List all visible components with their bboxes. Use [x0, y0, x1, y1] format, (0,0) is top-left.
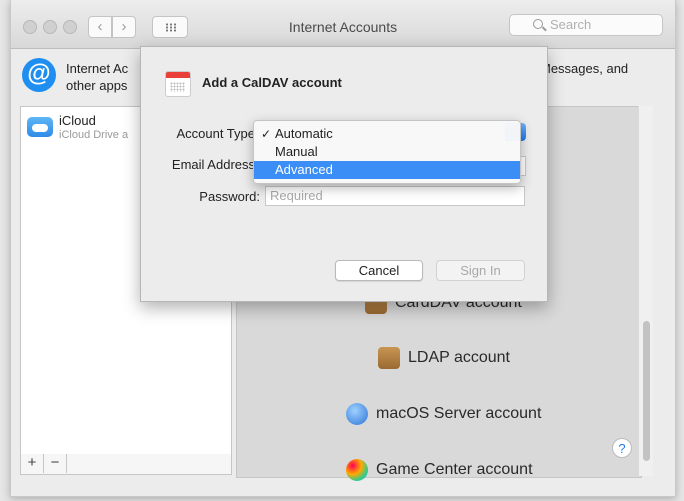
provider-label: Game Center account: [376, 461, 533, 479]
calendar-icon: [165, 71, 191, 97]
account-detail: iCloud Drive a: [59, 129, 129, 141]
account-name: iCloud: [59, 113, 96, 128]
provider-ldap[interactable]: LDAP account: [378, 347, 510, 369]
globe-icon: [346, 403, 368, 425]
provider-macos-server[interactable]: macOS Server account: [346, 403, 541, 425]
cancel-button[interactable]: Cancel: [335, 260, 423, 281]
icloud-icon: [27, 117, 53, 137]
sheet-title: Add a CalDAV account: [202, 75, 342, 90]
menu-item-automatic[interactable]: ✓ Automatic: [254, 125, 520, 143]
header-description-line1: Internet Ac: [66, 61, 129, 76]
search-placeholder: Search: [550, 17, 592, 32]
provider-game-center[interactable]: Game Center account: [346, 459, 533, 481]
internet-accounts-at-icon: @: [22, 58, 56, 92]
account-type-label: Account Type: [176, 126, 255, 141]
menu-item-manual[interactable]: Manual: [254, 143, 520, 161]
menu-item-advanced[interactable]: Advanced: [254, 161, 520, 179]
menu-item-label: Manual: [275, 144, 318, 159]
game-center-icon: [346, 459, 368, 481]
address-book-icon: [378, 347, 400, 369]
checkmark-icon: ✓: [261, 127, 272, 141]
menu-item-label: Automatic: [275, 126, 333, 141]
search-icon: [533, 19, 543, 29]
accounts-list-footer: + −: [20, 454, 232, 475]
email-address-label: Email Address: [171, 157, 255, 172]
provider-label: macOS Server account: [376, 405, 542, 423]
remove-account-button[interactable]: −: [44, 454, 67, 473]
account-type-menu: ✓ Automatic Manual Advanced: [253, 120, 521, 184]
menu-item-label: Advanced: [275, 162, 333, 177]
password-label: Password:: [199, 189, 260, 204]
header-description-right: Messages, and: [540, 61, 629, 76]
add-account-button[interactable]: +: [21, 454, 44, 473]
title-bar: ‹ › Internet Accounts Search: [11, 0, 675, 49]
password-placeholder: Required: [270, 188, 323, 203]
scrollbar-thumb[interactable]: [643, 321, 650, 461]
password-field[interactable]: Required: [265, 186, 525, 206]
header-description-line2: other apps: [66, 78, 128, 93]
search-field[interactable]: Search: [509, 14, 663, 36]
provider-label: LDAP account: [408, 349, 510, 367]
sign-in-button[interactable]: Sign In: [436, 260, 525, 281]
providers-scrollbar[interactable]: [638, 106, 653, 476]
help-button[interactable]: ?: [612, 438, 632, 458]
